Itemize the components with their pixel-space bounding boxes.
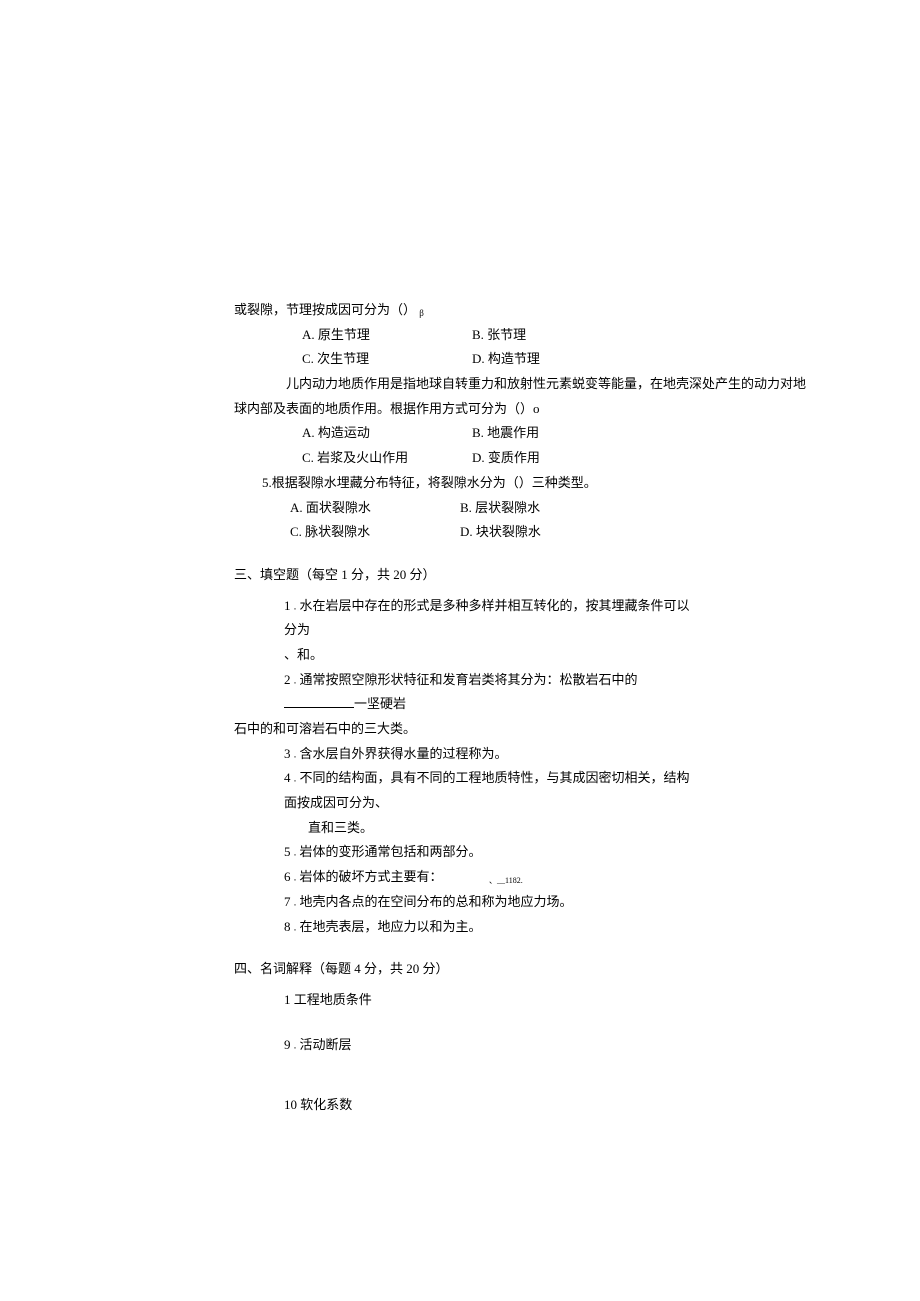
q4-stem-text-2: 球内部及表面的地质作用。根据作用方式可分为（）o: [234, 401, 540, 416]
fill-q1-text: 水在岩层中存在的形式是多种多样并相互转化的，按其埋藏条件可以分为: [284, 598, 690, 638]
fill-q4-cont: 直和三类。: [234, 816, 690, 841]
section-4-header: 四、名词解释（每题 4 分，共 20 分）: [234, 957, 690, 982]
fill-q8-text: 在地壳表层，地应力以和为主。: [296, 919, 481, 934]
fill-q4-text: 不同的结构面，具有不同的工程地质特性，与其成因密切相关，结构面按成因可分为、: [284, 770, 690, 810]
q3-options-row2: C. 次生节理 D. 构造节理: [234, 347, 690, 372]
q5-option-c: C. 脉状裂隙水: [290, 520, 460, 545]
fill-q1-cont: 、和。: [234, 643, 690, 668]
q4-stem-text-1: 儿内动力地质作用是指地球自转重力和放射性元素蜕变等能量，在地壳深处产生的动力对地: [286, 376, 806, 391]
q3-option-b: B. 张节理: [472, 323, 526, 348]
fill-q3-num: 3: [284, 746, 294, 761]
fill-q7-text: 地壳内各点的在空间分布的总和称为地应力场。: [296, 894, 572, 909]
fill-q5-text: 岩体的变形通常包括和两部分。: [296, 844, 481, 859]
fill-q6-text: 岩体的破坏方式主要有：: [300, 869, 443, 884]
fill-q8-num: 8: [284, 919, 294, 934]
fill-q2-num: 2: [284, 672, 294, 687]
q5-option-a: A. 面状裂隙水: [290, 496, 460, 521]
fill-q2-text-b: 一坚硬岩: [354, 696, 406, 711]
q4-stem-line2: 球内部及表面的地质作用。根据作用方式可分为（）o: [234, 397, 690, 422]
fill-q2-cont-text: 石中的和可溶岩石中的三大类。: [234, 721, 416, 736]
q5-stem-text: 5.根据裂隙水埋藏分布特征，将裂隙水分为（）三种类型。: [262, 475, 597, 490]
term-q10-text: 10 软化系数: [284, 1097, 352, 1112]
term-q1-text: 1 工程地质条件: [284, 992, 372, 1007]
dot-icon: .: [294, 873, 297, 884]
q3-options-row1: A. 原生节理 B. 张节理: [234, 323, 690, 348]
q4-stem-line1: 儿内动力地质作用是指地球自转重力和放射性元素蜕变等能量，在地壳深处产生的动力对地: [234, 372, 690, 397]
subscript-beta: β: [419, 308, 424, 318]
term-q9-text: 活动断层: [296, 1037, 351, 1052]
fill-q2-cont: 石中的和可溶岩石中的三大类。: [234, 717, 690, 742]
fill-q6: 6 . 岩体的破坏方式主要有： 、__1182.: [234, 865, 690, 890]
fill-q7-num: 7: [284, 894, 294, 909]
q4-option-a: A. 构造运动: [302, 421, 472, 446]
q4-options-row1: A. 构造运动 B. 地震作用: [234, 421, 690, 446]
blank-underline: [284, 697, 354, 709]
fill-q4-cont-text: 直和三类。: [308, 820, 373, 835]
fill-q2: 2 . 通常按照空隙形状特征和发育岩类将其分为：松散岩石中的 一坚硬岩: [234, 668, 690, 717]
q3-option-c: C. 次生节理: [302, 347, 472, 372]
section-4-title: 四、名词解释（每题 4 分，共 20 分）: [234, 961, 449, 976]
q5-option-d: D. 块状裂隙水: [460, 520, 541, 545]
fill-q6-num: 6: [284, 869, 294, 884]
q5-options-row1: A. 面状裂隙水 B. 层状裂隙水: [234, 496, 690, 521]
fill-q8: 8 . 在地壳表层，地应力以和为主。: [234, 915, 690, 940]
term-q9: 9 . 活动断层: [234, 1033, 690, 1058]
term-q10: 10 软化系数: [234, 1093, 690, 1118]
fill-q4: 4 . 不同的结构面，具有不同的工程地质特性，与其成因密切相关，结构面按成因可分…: [234, 766, 690, 815]
fill-q1-num: 1: [284, 598, 294, 613]
fill-q1-cont-text: 、和。: [284, 647, 323, 662]
fill-q7: 7 . 地壳内各点的在空间分布的总和称为地应力场。: [234, 890, 690, 915]
term-q1: 1 工程地质条件: [234, 988, 690, 1013]
q4-option-d: D. 变质作用: [472, 446, 540, 471]
q3-option-d: D. 构造节理: [472, 347, 540, 372]
fill-q6-subscript: 、__1182.: [489, 876, 523, 885]
fill-q5-num: 5: [284, 844, 294, 859]
fill-q5: 5 . 岩体的变形通常包括和两部分。: [234, 840, 690, 865]
fill-q2-text-a: 通常按照空隙形状特征和发育岩类将其分为：松散岩石中的: [300, 672, 638, 687]
q5-option-b: B. 层状裂隙水: [460, 496, 540, 521]
dot-icon: .: [294, 601, 297, 612]
q3-option-a: A. 原生节理: [302, 323, 472, 348]
q5-options-row2: C. 脉状裂隙水 D. 块状裂隙水: [234, 520, 690, 545]
section-3-title: 三、填空题（每空 1 分，共 20 分）: [234, 567, 436, 582]
q4-option-b: B. 地震作用: [472, 421, 539, 446]
section-3-header: 三、填空题（每空 1 分，共 20 分）: [234, 563, 690, 588]
fill-q1: 1 . 水在岩层中存在的形式是多种多样并相互转化的，按其埋藏条件可以分为: [234, 594, 690, 643]
fill-q3-text: 含水层自外界获得水量的过程称为。: [296, 746, 507, 761]
fill-q4-num: 4: [284, 770, 294, 785]
stem-text: 或裂隙，节理按成因可分为（）: [234, 302, 419, 317]
q4-options-row2: C. 岩浆及火山作用 D. 变质作用: [234, 446, 690, 471]
term-q9-num: 9: [284, 1037, 294, 1052]
dot-icon: .: [294, 675, 297, 686]
dot-icon: .: [294, 774, 297, 785]
q4-option-c: C. 岩浆及火山作用: [302, 446, 472, 471]
q3-stem-continuation: 或裂隙，节理按成因可分为（） β: [234, 298, 690, 323]
fill-q3: 3 . 含水层自外界获得水量的过程称为。: [234, 742, 690, 767]
q5-stem: 5.根据裂隙水埋藏分布特征，将裂隙水分为（）三种类型。: [234, 471, 690, 496]
